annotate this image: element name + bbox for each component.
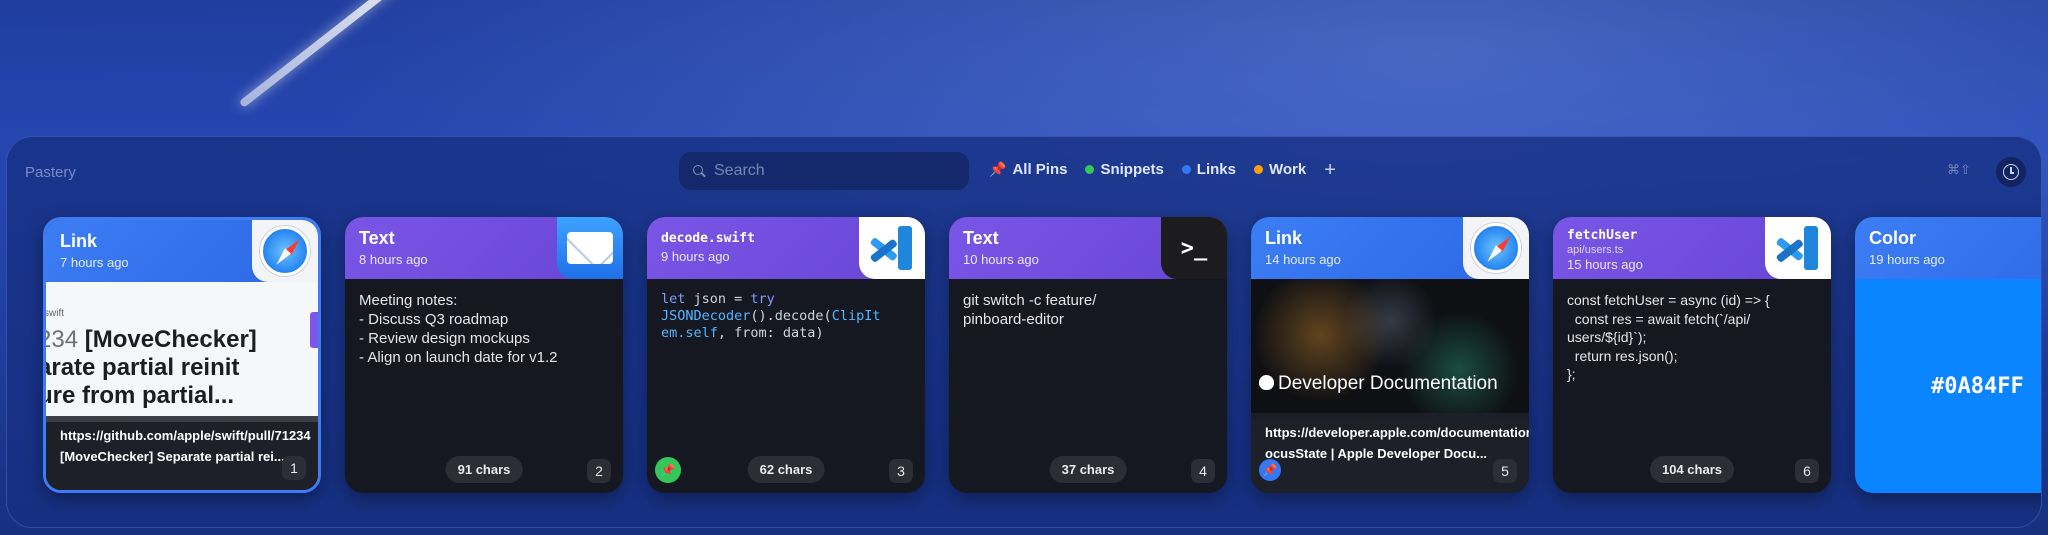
filter-label: Work xyxy=(1268,161,1307,178)
card-header: Color 19 hours ago xyxy=(1855,217,2041,279)
filter-label: All Pins xyxy=(1012,161,1068,178)
preview-name: [MoveChecker] xyxy=(84,326,257,353)
clip-card-code-ts[interactable]: fetchUser api/users.ts 15 hours ago cons… xyxy=(1553,217,1831,493)
panel-toolbar: Pastery 📌 All Pins Snippets Links Work xyxy=(7,137,2041,207)
clip-card-text-notes[interactable]: Text 8 hours ago Meeting notes: - Discus… xyxy=(345,217,623,493)
link-title: [MoveChecker] Separate partial rei... xyxy=(60,449,285,464)
preview-caption: swift xyxy=(46,308,64,319)
terminal-prompt: >_ xyxy=(1180,235,1208,261)
search-field[interactable] xyxy=(679,152,969,190)
card-content: const fetchUser = async (id) => { const … xyxy=(1567,292,1770,382)
preview-title-text: Developer Documentation xyxy=(1278,373,1498,394)
preview-number: 234 xyxy=(46,326,79,353)
clip-card-color[interactable]: Color 19 hours ago #0A84FF xyxy=(1855,217,2041,493)
filter-snippets[interactable]: Snippets xyxy=(1085,161,1164,178)
link-title: ocusState | Apple Developer Docu... xyxy=(1265,446,1488,461)
filter-all-pins[interactable]: 📌 All Pins xyxy=(989,161,1067,178)
card-index: 5 xyxy=(1493,459,1517,483)
code-text: json = xyxy=(685,291,751,307)
preview-title: 234 [MoveChecker] arate partial reinit u… xyxy=(46,326,257,410)
clip-card-code-swift[interactable]: decode.swift 9 hours ago let json = try … xyxy=(647,217,925,493)
code-keyword: try xyxy=(750,291,775,307)
color-swatch: #0A84FF xyxy=(1855,279,2041,493)
clip-card-link-github[interactable]: Link 7 hours ago swift 234 [MoveChecker]… xyxy=(43,217,321,493)
code-text: ().decode( xyxy=(750,308,832,324)
safari-icon xyxy=(1463,217,1529,279)
card-index: 2 xyxy=(587,459,611,483)
safari-icon xyxy=(252,220,318,282)
clip-card-link-apple-docs[interactable]: Link 14 hours ago Developer Documentatio… xyxy=(1251,217,1529,493)
keyboard-shortcut-hint: ⌘⇧ xyxy=(1947,162,1971,177)
clipboard-panel: Pastery 📌 All Pins Snippets Links Work xyxy=(6,136,2042,528)
color-hex: #0A84FF xyxy=(1931,373,2024,399)
code-content: let json = try JSONDecoder().decode(Clip… xyxy=(661,291,911,342)
link-footer: https://developer.apple.com/documentatio… xyxy=(1251,413,1529,493)
card-content: Meeting notes: - Discuss Q3 roadmap - Re… xyxy=(359,292,558,366)
clip-card-text-git[interactable]: Text 10 hours ago >_ git switch -c featu… xyxy=(949,217,1227,493)
apple-logo-icon xyxy=(1259,375,1274,390)
filter-label: Links xyxy=(1196,161,1236,178)
code-type: em.self xyxy=(661,325,718,341)
mail-icon xyxy=(557,217,623,279)
green-dot-icon xyxy=(1085,165,1095,174)
vscode-icon xyxy=(1765,217,1831,279)
pin-icon: 📌 xyxy=(989,161,1007,177)
card-index: 6 xyxy=(1795,459,1819,483)
search-input[interactable] xyxy=(714,162,944,180)
code-keyword: let xyxy=(661,291,686,307)
char-count: 104 chars xyxy=(1650,456,1734,483)
link-footer: https://github.com/apple/swift/pull/7123… xyxy=(46,416,318,490)
code-text: , from: data) xyxy=(717,325,824,341)
card-time: 19 hours ago xyxy=(1869,252,1945,267)
card-index: 4 xyxy=(1191,459,1215,483)
link-preview-image: Developer Documentation xyxy=(1251,279,1529,419)
filter-label: Snippets xyxy=(1100,161,1164,178)
code-type: ClipIt xyxy=(831,308,881,324)
filter-bar: 📌 All Pins Snippets Links Work + xyxy=(989,160,1336,180)
blue-dot-icon xyxy=(1181,165,1191,174)
char-count: 37 chars xyxy=(1049,456,1127,483)
vscode-icon xyxy=(859,217,925,279)
card-content: git switch -c feature/ pinboard-editor xyxy=(963,292,1097,328)
preview-line: ure from partial... xyxy=(46,382,235,409)
filter-links[interactable]: Links xyxy=(1181,161,1236,178)
clock-icon xyxy=(2003,164,2019,180)
card-index: 1 xyxy=(282,456,306,480)
pin-icon[interactable]: 📌 xyxy=(655,457,681,483)
code-type: JSONDecoder xyxy=(661,308,751,324)
terminal-icon: >_ xyxy=(1161,217,1227,279)
pin-icon[interactable]: 📌 xyxy=(1259,459,1281,481)
orange-dot-icon xyxy=(1253,165,1263,174)
preview-title: Developer Documentation xyxy=(1259,373,1498,395)
char-count: 62 chars xyxy=(747,456,825,483)
card-type: Color xyxy=(1869,228,1916,248)
app-name: Pastery xyxy=(25,164,76,181)
link-preview-image: swift 234 [MoveChecker] arate partial re… xyxy=(46,282,318,422)
filter-work[interactable]: Work xyxy=(1253,161,1307,178)
add-pinboard-button[interactable]: + xyxy=(1324,160,1336,180)
preview-accent xyxy=(310,312,318,348)
link-url: https://developer.apple.com/documentatio… xyxy=(1265,425,1529,440)
search-icon xyxy=(693,164,706,178)
char-count: 91 chars xyxy=(445,456,523,483)
preview-line: arate partial reinit xyxy=(46,354,240,381)
history-button[interactable] xyxy=(1996,157,2026,187)
link-url: https://github.com/apple/swift/pull/7123… xyxy=(60,428,311,443)
card-index: 3 xyxy=(889,459,913,483)
